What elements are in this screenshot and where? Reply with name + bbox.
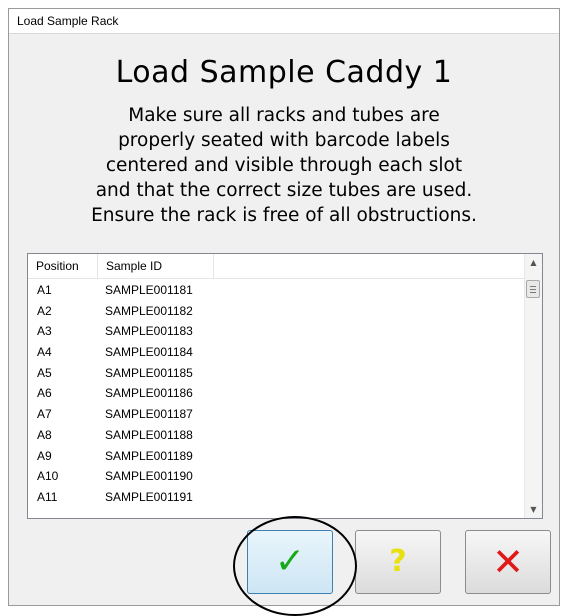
list-rows: A1 SAMPLE001181 A2 SAMPLE001182 A3 SAMPLE00… <box>28 280 526 508</box>
row-position: A6 <box>37 386 52 401</box>
row-sample-id: SAMPLE001181 <box>105 283 193 297</box>
row-sample-id: SAMPLE001189 <box>105 448 193 463</box>
instruction-line: Ensure the rack is free of all obstructi… <box>91 205 477 226</box>
table-row[interactable]: A1 SAMPLE001181 <box>28 280 526 301</box>
row-sample-id: SAMPLE001191 <box>105 489 193 504</box>
row-sample-id: SAMPLE001183 <box>105 324 193 339</box>
row-position: A9 <box>37 448 52 463</box>
instruction-line: and that the correct size tubes are used… <box>95 180 473 201</box>
instructions-text: Make sure all racks and tubes are proper… <box>39 103 529 228</box>
row-position: A4 <box>37 345 52 360</box>
vertical-scrollbar[interactable]: ▲ ▼ <box>524 254 542 518</box>
row-sample-id: SAMPLE001188 <box>105 427 193 442</box>
checkmark-icon: ✓ <box>274 541 306 582</box>
list-header: Position Sample ID <box>28 254 526 279</box>
table-row[interactable]: A9 SAMPLE001189 <box>28 446 526 467</box>
scroll-up-arrow-icon[interactable]: ▲ <box>525 254 542 271</box>
table-row[interactable]: A4 SAMPLE001184 <box>28 342 526 363</box>
help-button[interactable]: ? <box>355 530 441 594</box>
row-position: A10 <box>37 469 59 484</box>
title-bar: Load Sample Rack <box>9 9 559 34</box>
instruction-line: Make sure all racks and tubes are <box>128 105 440 126</box>
column-header-sample-id[interactable]: Sample ID <box>98 254 214 278</box>
row-position: A5 <box>37 365 52 380</box>
row-position: A11 <box>37 489 58 504</box>
row-position: A1 <box>37 283 52 297</box>
dialog-heading: Load Sample Caddy 1 <box>115 55 453 90</box>
table-row[interactable]: A7 SAMPLE001187 <box>28 404 526 425</box>
instruction-line: centered and visible through each slot <box>105 155 463 176</box>
table-row[interactable]: A10 SAMPLE001190 <box>28 466 526 487</box>
confirm-button[interactable]: ✓ <box>247 530 333 594</box>
scrollbar-thumb[interactable] <box>526 280 540 298</box>
load-sample-rack-dialog: Load Sample Rack Load Sample Caddy 1 Mak… <box>8 8 560 616</box>
row-sample-id: SAMPLE001185 <box>105 365 193 380</box>
table-row[interactable]: A5 SAMPLE001185 <box>28 363 526 384</box>
row-position: A7 <box>37 407 52 422</box>
cancel-button[interactable]: ✕ <box>465 530 551 594</box>
row-sample-id: SAMPLE001186 <box>105 386 193 401</box>
row-position: A3 <box>37 324 52 339</box>
row-sample-id: SAMPLE001182 <box>105 303 193 318</box>
table-row[interactable]: A3 SAMPLE001183 <box>28 321 526 342</box>
close-icon: ✕ <box>492 540 524 584</box>
window-title: Load Sample Rack <box>17 14 119 28</box>
table-row[interactable]: A2 SAMPLE001182 <box>28 301 526 322</box>
sample-list[interactable]: Position Sample ID A1 SAMPLE001181 A2 SAMP… <box>27 253 543 519</box>
row-position: A8 <box>37 427 52 442</box>
row-sample-id: SAMPLE001187 <box>105 407 193 422</box>
row-position: A2 <box>37 303 52 318</box>
row-sample-id: SAMPLE001190 <box>105 469 193 484</box>
question-icon: ? <box>389 544 407 579</box>
scroll-down-arrow-icon[interactable]: ▼ <box>525 501 542 518</box>
row-sample-id: SAMPLE001184 <box>105 345 193 360</box>
column-header-position[interactable]: Position <box>28 254 98 278</box>
table-row[interactable]: A6 SAMPLE001186 <box>28 383 526 404</box>
table-row[interactable]: A8 SAMPLE001188 <box>28 425 526 446</box>
instruction-line: properly seated with barcode labels <box>118 130 450 151</box>
table-row[interactable]: A11 SAMPLE001191 <box>28 487 526 508</box>
